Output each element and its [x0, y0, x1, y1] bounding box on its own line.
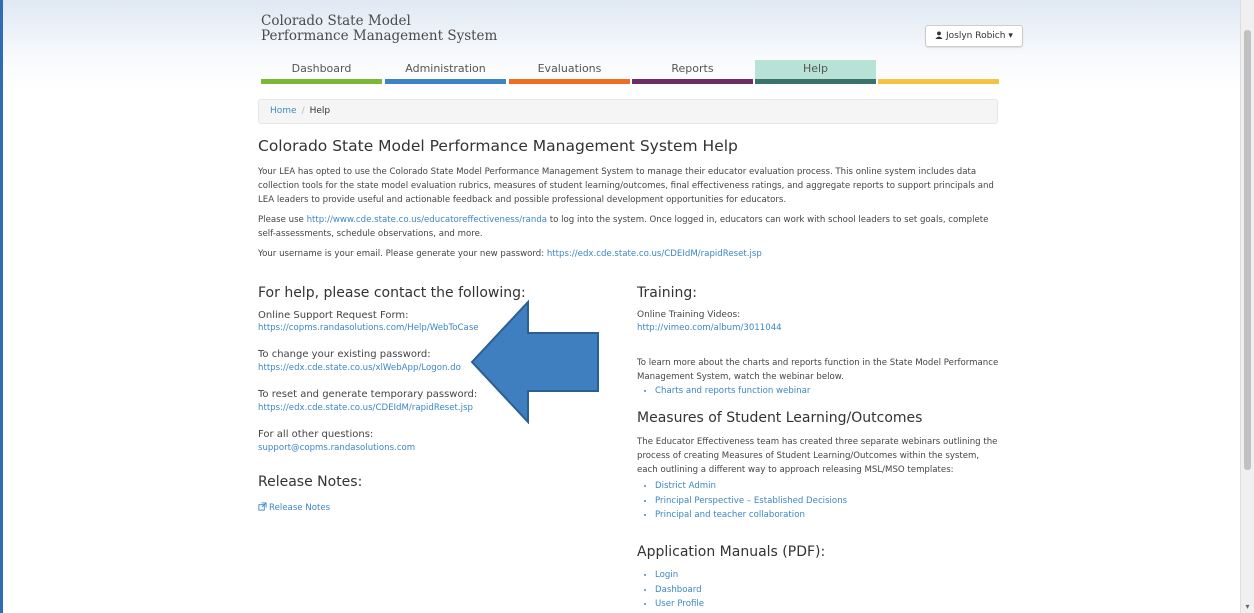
username-text: Your username is your email. Please gene… [258, 249, 547, 259]
breadcrumb-home[interactable]: Home [270, 106, 297, 116]
breadcrumb-separator: / [301, 106, 305, 116]
user-icon [935, 31, 943, 39]
tab-reports[interactable]: Reports [632, 60, 753, 84]
charts-list: Charts and reports function webinar [637, 384, 810, 399]
release-notes-heading: Release Notes: [258, 474, 363, 490]
charts-paragraph: To learn more about the charts and repor… [637, 358, 999, 382]
training-heading: Training: [637, 285, 697, 301]
page-title: Colorado State Model Performance Managem… [258, 137, 738, 155]
tab-label: Administration [405, 62, 486, 75]
external-link-icon [258, 502, 267, 511]
left-arrow-annotation [470, 300, 599, 424]
manuals-heading: Application Manuals (PDF): [637, 544, 826, 560]
brand-line-2: Performance Management System [261, 28, 498, 44]
tab-color-bar [385, 79, 506, 84]
tab-label: Dashboard [291, 62, 352, 75]
msl-heading: Measures of Student Learning/Outcomes [637, 410, 923, 426]
reset-password-label: To reset and generate temporary password… [258, 389, 478, 400]
site-header: Colorado State Model Performance Managem… [3, 0, 1241, 92]
arrow-shape [470, 300, 599, 424]
user-name: Joslyn Robich [946, 31, 1006, 41]
change-password-link[interactable]: https://edx.cde.state.co.us/xlWebApp/Log… [258, 363, 461, 373]
login-text-pre: Please use [258, 215, 307, 225]
release-notes-label: Release Notes [269, 503, 331, 513]
list-item: User Profile [655, 597, 704, 612]
password-reset-link[interactable]: https://edx.cde.state.co.us/CDEIdM/rapid… [547, 249, 762, 259]
other-questions-label: For all other questions: [258, 429, 374, 440]
reset-password-link[interactable]: https://edx.cde.state.co.us/CDEIdM/rapid… [258, 403, 473, 413]
support-form-link[interactable]: https://copms.randasolutions.com/Help/We… [258, 323, 479, 333]
main-nav: Dashboard Administration Evaluations Rep… [261, 60, 1001, 86]
breadcrumb-current: Help [309, 106, 331, 116]
login-link[interactable]: http://www.cde.state.co.us/educatoreffec… [307, 215, 548, 225]
support-form-label: Online Support Request Form: [258, 310, 409, 321]
support-email-link[interactable]: support@copms.randasolutions.com [258, 443, 415, 453]
release-notes-link[interactable]: Release Notes [258, 502, 330, 513]
intro-paragraph: Your LEA has opted to use the Colorado S… [258, 167, 994, 205]
username-paragraph: Your username is your email. Please gene… [258, 248, 998, 262]
brand-line-1: Colorado State Model [261, 13, 411, 29]
breadcrumb: Home / Help [258, 99, 998, 124]
msl-district-admin-link[interactable]: District Admin [655, 481, 716, 491]
tab-evaluations[interactable]: Evaluations [509, 60, 630, 84]
brand-logo-text[interactable]: Colorado State Model Performance Managem… [261, 14, 497, 44]
tab-color-bar [878, 79, 999, 84]
list-item: Login [655, 568, 704, 583]
user-menu-button[interactable]: Joslyn Robich ▾ [925, 25, 1023, 47]
training-videos-link[interactable]: http://vimeo.com/album/3011044 [637, 323, 782, 333]
login-paragraph: Please use http://www.cde.state.co.us/ed… [258, 214, 998, 242]
tab-color-bar [509, 79, 630, 84]
tab-color-bar [632, 79, 753, 84]
tab-help[interactable]: Help [755, 60, 876, 84]
contact-heading: For help, please contact the following: [258, 285, 526, 301]
msl-principal-perspective-link[interactable]: Principal Perspective – Established Deci… [655, 496, 847, 506]
list-item: Dashboard [655, 583, 704, 598]
tab-color-bar [755, 79, 876, 84]
scroll-down-arrow-icon[interactable]: ▾ [1243, 602, 1252, 611]
chevron-down-icon: ▾ [1008, 31, 1013, 41]
tab-label: Evaluations [537, 62, 602, 75]
manual-login-link[interactable]: Login [655, 570, 678, 580]
tab-dashboard[interactable]: Dashboard [261, 60, 382, 84]
manuals-list: Login Dashboard User Profile [637, 568, 704, 612]
msl-list: District Admin Principal Perspective – E… [637, 479, 847, 523]
list-item: District Admin [655, 479, 847, 494]
list-item: Charts and reports function webinar [655, 384, 810, 399]
msl-principal-teacher-link[interactable]: Principal and teacher collaboration [655, 510, 805, 520]
tab-label: Reports [671, 62, 714, 75]
charts-webinar-link[interactable]: Charts and reports function webinar [655, 386, 810, 396]
change-password-label: To change your existing password: [258, 349, 431, 360]
msl-paragraph: The Educator Effectiveness team has crea… [637, 437, 998, 475]
tab-administration[interactable]: Administration [385, 60, 506, 84]
manual-dashboard-link[interactable]: Dashboard [655, 585, 702, 595]
manual-user-profile-link[interactable]: User Profile [655, 599, 704, 609]
scrollbar-thumb[interactable] [1244, 30, 1251, 470]
training-videos-label: Online Training Videos: [637, 310, 741, 320]
tab-color-bar [261, 79, 382, 84]
vertical-scrollbar[interactable]: ▾ [1240, 0, 1254, 613]
tab-label: Help [802, 62, 829, 75]
list-item: Principal and teacher collaboration [655, 508, 847, 523]
list-item: Principal Perspective – Established Deci… [655, 494, 847, 509]
tab-extra[interactable] [878, 60, 999, 84]
